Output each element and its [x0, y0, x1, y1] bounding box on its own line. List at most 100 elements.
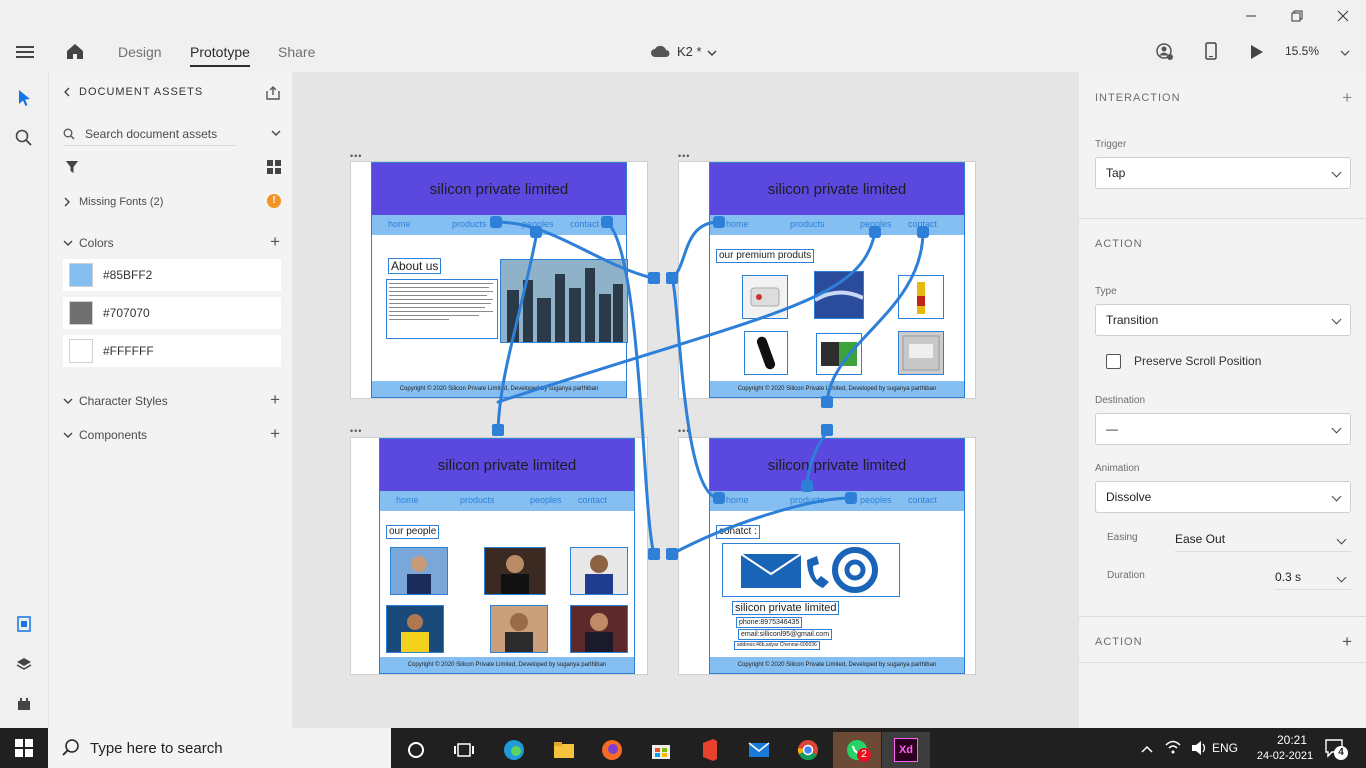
- zoom-chevron-icon[interactable]: [1340, 46, 1350, 60]
- zoom-tool-icon[interactable]: [12, 126, 36, 150]
- plugins-icon[interactable]: [12, 692, 36, 716]
- filter-icon[interactable]: [65, 160, 79, 177]
- wire-endpoint[interactable]: [666, 548, 678, 560]
- add-component-icon[interactable]: +: [270, 425, 280, 442]
- taskbar-search-box[interactable]: Type here to search: [48, 728, 391, 768]
- close-window-button[interactable]: [1320, 0, 1366, 32]
- wire-home-products[interactable]: [494, 220, 654, 280]
- add-color-icon[interactable]: +: [270, 233, 280, 250]
- export-icon[interactable]: [265, 85, 281, 104]
- wire-peoples[interactable]: [496, 230, 877, 404]
- section-divider: [1079, 616, 1366, 617]
- close-icon: [1337, 10, 1349, 22]
- mail-icon[interactable]: [735, 732, 783, 768]
- wire-peoples-contact[interactable]: [670, 496, 853, 556]
- cortana-icon[interactable]: [392, 732, 440, 768]
- color-swatch-item[interactable]: #FFFFFF: [63, 335, 281, 367]
- firefox-icon[interactable]: [588, 732, 636, 768]
- minimize-icon: [1246, 15, 1256, 17]
- assets-title: DOCUMENT ASSETS: [79, 86, 204, 98]
- show-hidden-icons[interactable]: [1141, 742, 1153, 756]
- tab-share[interactable]: Share: [278, 44, 315, 60]
- grid-view-icon[interactable]: [267, 160, 281, 177]
- adobe-xd-taskbar-icon[interactable]: Xd: [882, 732, 930, 768]
- prototype-wires: [490, 216, 929, 560]
- clock-time[interactable]: 20:21: [1262, 733, 1322, 747]
- office-icon[interactable]: [686, 732, 734, 768]
- wire-endpoint[interactable]: [821, 424, 833, 436]
- preserve-scroll-checkbox[interactable]: [1106, 354, 1121, 369]
- volume-icon[interactable]: [1190, 740, 1208, 759]
- store-icon[interactable]: [637, 732, 685, 768]
- components-header[interactable]: Components: [63, 428, 282, 442]
- restore-button[interactable]: [1274, 0, 1320, 32]
- add-action-icon[interactable]: +: [1342, 633, 1352, 650]
- destination-dropdown[interactable]: —: [1095, 413, 1351, 445]
- wire-home[interactable]: [670, 220, 721, 280]
- wire-handle[interactable]: [713, 216, 725, 228]
- task-view-icon[interactable]: [440, 732, 488, 768]
- wire-handle[interactable]: [601, 216, 613, 228]
- wire-handle[interactable]: [713, 492, 725, 504]
- wire-contact-down[interactable]: [825, 230, 925, 404]
- app-toolbar: Design Prototype Share K2 * 15.5%: [0, 32, 1366, 72]
- notifications-button[interactable]: 4: [1324, 738, 1348, 761]
- language-indicator[interactable]: ENG: [1212, 741, 1238, 755]
- add-character-style-icon[interactable]: +: [270, 391, 280, 408]
- wire-handle[interactable]: [801, 480, 813, 492]
- device-preview-icon[interactable]: [1205, 42, 1217, 63]
- add-interaction-icon[interactable]: +: [1342, 89, 1352, 106]
- design-canvas[interactable]: silicon private limited home products pe…: [292, 72, 1078, 728]
- duration-dropdown[interactable]: 0.3 s: [1275, 566, 1351, 590]
- search-icon: [63, 128, 75, 139]
- wire-handle[interactable]: [917, 226, 929, 238]
- chevron-down-icon[interactable]: [707, 46, 717, 60]
- wire-endpoint[interactable]: [666, 272, 678, 284]
- colors-section-header[interactable]: Colors: [63, 236, 282, 250]
- animation-dropdown[interactable]: Dissolve: [1095, 481, 1351, 513]
- type-dropdown[interactable]: Transition: [1095, 304, 1351, 336]
- layers-icon[interactable]: [12, 652, 36, 676]
- home-icon[interactable]: [66, 43, 84, 63]
- wire-contact-up[interactable]: [805, 430, 829, 488]
- edge-icon[interactable]: [490, 732, 538, 768]
- color-swatch-item[interactable]: #85BFF2: [63, 259, 281, 291]
- minimize-button[interactable]: [1228, 0, 1274, 32]
- wire-home-contact[interactable]: [670, 276, 721, 500]
- wire-handle[interactable]: [490, 216, 502, 228]
- document-assets-panel: DOCUMENT ASSETS Search document assets M…: [48, 72, 292, 728]
- whatsapp-icon[interactable]: 2: [833, 732, 881, 768]
- clock-date[interactable]: 24-02-2021: [1249, 750, 1321, 762]
- character-styles-header[interactable]: Character Styles: [63, 394, 282, 408]
- taskbar-search-placeholder: Type here to search: [90, 739, 223, 757]
- wire-handle[interactable]: [869, 226, 881, 238]
- search-assets-field[interactable]: Search document assets: [63, 122, 236, 146]
- tab-prototype[interactable]: Prototype: [190, 44, 250, 67]
- network-icon[interactable]: [1164, 739, 1182, 758]
- easing-dropdown[interactable]: Ease Out: [1175, 528, 1351, 552]
- file-explorer-icon[interactable]: [540, 732, 588, 768]
- color-swatch-item[interactable]: #707070: [63, 297, 281, 329]
- missing-fonts-row[interactable]: Missing Fonts (2): [63, 196, 282, 208]
- select-tool-icon[interactable]: [12, 86, 36, 110]
- trigger-dropdown[interactable]: Tap: [1095, 157, 1351, 189]
- wire-endpoint[interactable]: [821, 396, 833, 408]
- chrome-icon[interactable]: [784, 732, 832, 768]
- tab-design[interactable]: Design: [118, 44, 162, 60]
- document-assets-icon[interactable]: [12, 612, 36, 636]
- search-scope-chevron-icon[interactable]: [271, 126, 281, 140]
- wire-endpoint[interactable]: [648, 272, 660, 284]
- chevron-left-icon[interactable]: [63, 87, 71, 97]
- document-title[interactable]: K2 *: [677, 44, 702, 59]
- start-button[interactable]: [0, 730, 48, 766]
- wire-handle[interactable]: [845, 492, 857, 504]
- play-preview-icon[interactable]: [1250, 44, 1264, 63]
- wire-handle[interactable]: [530, 226, 542, 238]
- zoom-level[interactable]: 15.5%: [1285, 44, 1319, 58]
- wire-endpoint[interactable]: [492, 424, 504, 436]
- wire-endpoint[interactable]: [648, 548, 660, 560]
- animation-value: Dissolve: [1106, 490, 1152, 504]
- colors-label: Colors: [79, 236, 114, 250]
- hamburger-menu-icon[interactable]: [16, 44, 34, 63]
- user-share-icon[interactable]: [1156, 43, 1174, 64]
